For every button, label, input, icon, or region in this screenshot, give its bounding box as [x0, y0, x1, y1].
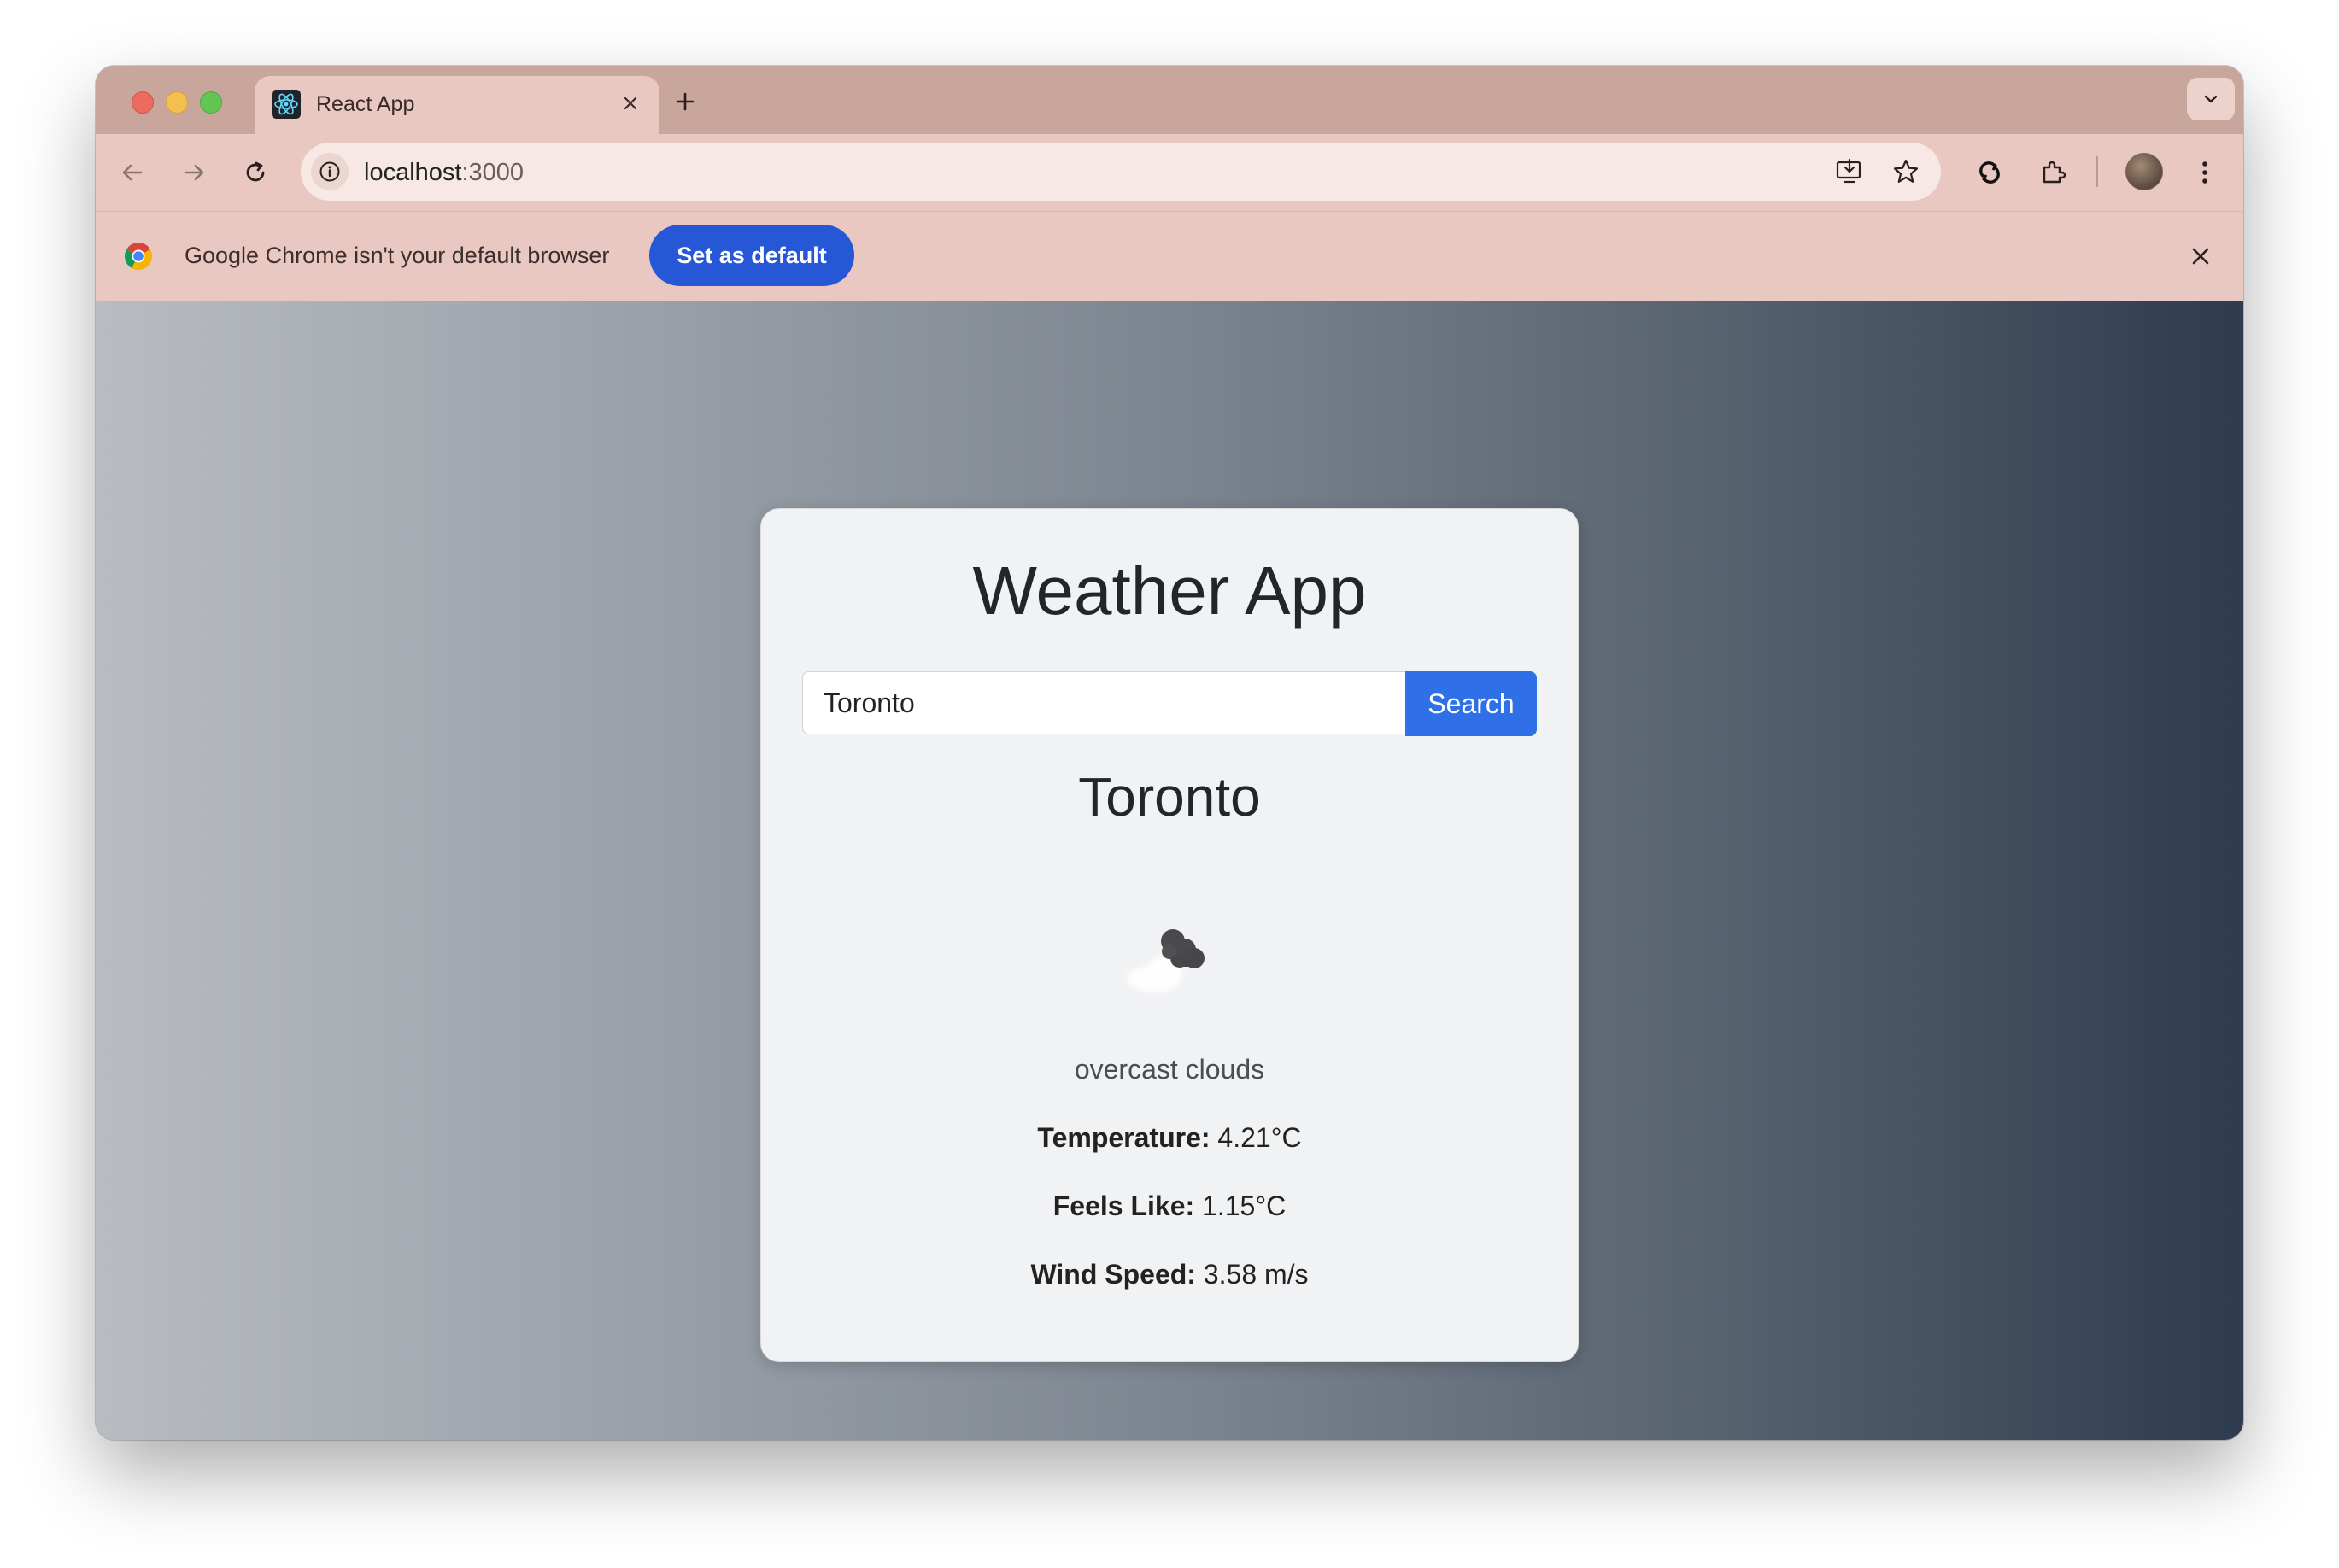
profile-avatar[interactable] [2125, 153, 2163, 190]
tab-close-icon[interactable] [615, 88, 646, 119]
close-window-button[interactable] [132, 91, 154, 114]
infobar-message: Google Chrome isn't your default browser [185, 243, 610, 268]
tab-strip: React App [96, 66, 2243, 136]
browser-toolbar: localhost:3000 [96, 134, 2243, 211]
chrome-logo-icon [123, 241, 154, 272]
tab-title: React App [316, 92, 415, 116]
site-info-icon[interactable] [311, 153, 349, 190]
tab-search-chevron-icon[interactable] [2187, 78, 2235, 120]
app-title: Weather App [972, 553, 1367, 629]
new-tab-plus-icon[interactable] [666, 83, 704, 120]
search-button[interactable]: Search [1405, 671, 1537, 736]
city-name: Toronto [1078, 766, 1261, 828]
search-form: Search [802, 671, 1537, 736]
address-bar[interactable]: localhost:3000 [301, 143, 1941, 201]
toolbar-separator [2096, 156, 2098, 187]
temperature-value: 4.21°C [1217, 1122, 1302, 1153]
maximize-window-button[interactable] [200, 91, 222, 114]
wind-speed-value: 3.58 m/s [1203, 1259, 1309, 1290]
browser-window: React App localhost:3000 Google Chrome i… [96, 66, 2243, 1440]
infobar-close-icon[interactable] [2184, 239, 2218, 273]
wind-speed-label: Wind Speed: [1030, 1259, 1196, 1290]
bookmark-star-icon[interactable] [1888, 154, 1924, 190]
minimize-window-button[interactable] [166, 91, 188, 114]
overcast-clouds-icon [1110, 910, 1238, 1013]
city-search-input[interactable] [802, 671, 1405, 734]
sync-extension-icon[interactable] [1970, 153, 2009, 192]
more-menu-icon[interactable] [2185, 153, 2225, 192]
weather-card: Weather App Search Toronto [760, 508, 1579, 1362]
page-viewport: Weather App Search Toronto [96, 301, 2243, 1440]
feels-like-label: Feels Like: [1052, 1191, 1195, 1221]
url-text: localhost:3000 [364, 159, 525, 186]
weather-description: overcast clouds [1074, 1054, 1265, 1085]
feels-like-value: 1.15°C [1202, 1191, 1287, 1221]
set-as-default-button[interactable]: Set as default [649, 225, 854, 286]
react-logo-icon [272, 90, 301, 119]
temperature-label: Temperature: [1037, 1122, 1211, 1153]
default-browser-infobar: Google Chrome isn't your default browser… [96, 211, 2243, 301]
extensions-puzzle-icon[interactable] [2033, 153, 2072, 192]
temperature-stat: Temperature: 4.21°C [761, 1122, 1578, 1154]
tab-react-app[interactable]: React App [255, 76, 659, 136]
wind-speed-stat: Wind Speed: 3.58 m/s [761, 1259, 1578, 1290]
back-arrow-icon[interactable] [113, 153, 152, 192]
install-app-icon[interactable] [1832, 154, 1867, 190]
feels-like-stat: Feels Like: 1.15°C [761, 1191, 1578, 1222]
reload-icon[interactable] [236, 153, 275, 192]
forward-arrow-icon[interactable] [174, 153, 214, 192]
